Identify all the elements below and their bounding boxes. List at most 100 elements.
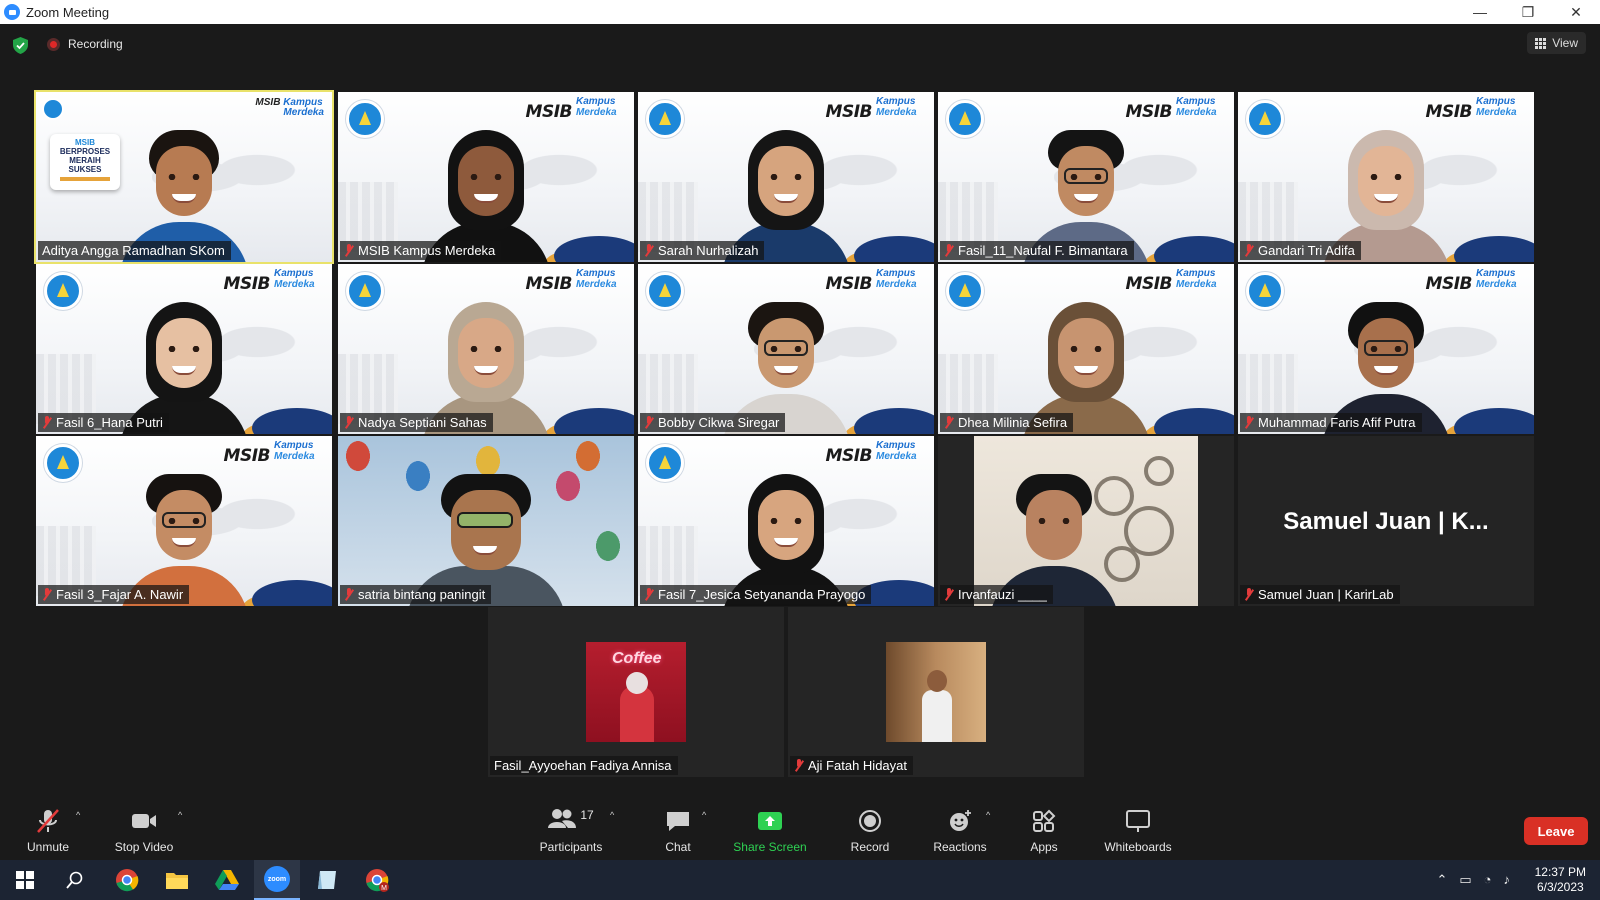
video-tile[interactable]: MSIB Kampus Merdeka Fasil 7_Jesica Setyan… (638, 436, 934, 606)
video-tile[interactable]: MSIB Kampus Merdeka Fasil_11_Naufal F. Bi… (938, 92, 1234, 262)
taskbar-notes-app[interactable] (304, 860, 350, 900)
share-screen-button[interactable]: Share Screen (730, 800, 810, 858)
close-button[interactable]: ✕ (1552, 0, 1600, 24)
video-tile[interactable]: MSIB Kampus Merdeka Fasil 6_Hana Putri (36, 264, 332, 434)
recording-indicator[interactable]: Recording (47, 37, 123, 51)
mic-muted-icon (944, 416, 954, 429)
tray-overflow-chevron-icon[interactable]: ⌃ (1436, 872, 1447, 888)
taskbar-zoom[interactable]: zoom (254, 860, 300, 900)
record-button[interactable]: Record (846, 800, 894, 858)
folder-icon (166, 873, 188, 889)
mic-muted-icon (344, 588, 354, 601)
video-tile[interactable]: Samuel Juan | K... Samuel Juan | KarirLa… (1238, 436, 1534, 606)
record-dot-icon (47, 37, 60, 51)
video-tile[interactable]: MSIB Kampus Merdeka Muhammad Faris Afif P… (1238, 264, 1534, 434)
windows-start-button[interactable] (2, 860, 48, 900)
tutwuri-logo (946, 272, 984, 310)
video-tile[interactable]: MSIB Kampus Merdeka Sarah Nurhalizah (638, 92, 934, 262)
mic-muted-icon (1244, 244, 1254, 257)
participants-options-chevron-icon[interactable]: ^ (610, 810, 614, 820)
wifi-icon[interactable]: ◔ (1484, 872, 1492, 888)
video-tile[interactable]: satria bintang paningit (338, 436, 634, 606)
minimize-button[interactable]: — (1456, 0, 1504, 24)
chat-label: Chat (665, 840, 691, 854)
participant-name-tag: Muhammad Faris Afif Putra (1240, 413, 1422, 432)
zoom-app-icon: zoom (264, 866, 290, 892)
chat-bubble-icon (667, 812, 689, 831)
tutwuri-logo (44, 444, 82, 482)
participant-display-name: Samuel Juan | K... (1283, 508, 1489, 535)
stop-video-button[interactable]: Stop Video (108, 800, 180, 858)
participant-video (1311, 284, 1461, 434)
participant-video (109, 456, 259, 606)
tutwuri-logo (946, 100, 984, 138)
mic-muted-icon (344, 244, 354, 257)
kampus-merdeka-logo: Kampus Merdeka (1476, 268, 1517, 290)
apps-button[interactable]: Apps (1026, 800, 1062, 858)
window-title: Zoom Meeting (26, 4, 110, 20)
participant-video (711, 112, 861, 262)
participants-label: Participants (539, 840, 603, 854)
video-tile[interactable]: MSIB Kampus Merdeka MSIB Kampus Merdeka (338, 92, 634, 262)
participant-video (711, 456, 861, 606)
video-tile[interactable]: MSIB Kampus Merdeka Fasil 3_Fajar A. Nawi… (36, 436, 332, 606)
video-tile[interactable]: Aji Fatah Hidayat (788, 607, 1084, 777)
taskbar-file-explorer[interactable] (154, 860, 200, 900)
reactions-smiley-icon (950, 810, 971, 831)
share-screen-icon (758, 812, 782, 830)
mic-muted-icon (42, 588, 52, 601)
mic-muted-icon (644, 416, 654, 429)
record-label: Record (850, 840, 890, 854)
taskbar-clock[interactable]: 12:37 PM 6/3/2023 (1535, 865, 1586, 895)
mic-muted-icon (42, 416, 52, 429)
taskbar-google-drive[interactable] (204, 860, 250, 900)
mic-muted-icon (644, 588, 654, 601)
kampus-merdeka-logo: Kampus Merdeka (876, 96, 917, 118)
video-tile[interactable]: MSIB Kampus Merdeka Nadya Septiani Sahas (338, 264, 634, 434)
audio-options-chevron-icon[interactable]: ^ (76, 810, 80, 820)
view-button[interactable]: View (1527, 32, 1586, 54)
kampus-merdeka-logo: MSIB Kampus Merdeka (255, 97, 324, 118)
reactions-button[interactable]: Reactions (930, 800, 990, 858)
chrome-profile-icon: M (366, 869, 389, 892)
unmute-button[interactable]: Unmute (22, 800, 74, 858)
participant-name-tag: Aditya Angga Ramadhan SKom (38, 241, 231, 260)
video-tile[interactable]: MSIB Kampus Merdeka Gandari Tri Adifa (1238, 92, 1534, 262)
participant-video (411, 112, 561, 262)
restore-button[interactable]: ❐ (1504, 0, 1552, 24)
participant-name-tag: Dhea Milinia Sefira (940, 413, 1074, 432)
participants-button[interactable]: 17 Participants (526, 800, 616, 858)
taskbar-chrome[interactable] (104, 860, 150, 900)
tutwuri-logo (1246, 100, 1284, 138)
search-icon (66, 871, 83, 889)
leave-button[interactable]: Leave (1524, 817, 1588, 845)
participant-name-tag: Fasil_11_Naufal F. Bimantara (940, 241, 1134, 260)
participant-video (411, 284, 561, 434)
kampus-merdeka-logo: Kampus Merdeka (1176, 268, 1217, 290)
mic-muted-icon (1244, 588, 1254, 601)
video-tile[interactable]: Coffee Fasil_Ayyoehan Fadiya Annisa (488, 607, 784, 777)
mic-muted-icon (37, 809, 59, 833)
whiteboards-button[interactable]: Whiteboards (1098, 800, 1178, 858)
chat-options-chevron-icon[interactable]: ^ (702, 810, 706, 820)
reactions-options-chevron-icon[interactable]: ^ (986, 810, 990, 820)
clock-date: 6/3/2023 (1536, 880, 1584, 894)
chat-button[interactable]: Chat (656, 800, 700, 858)
tutwuri-logo (42, 98, 64, 120)
participant-name-tag: Bobby Cikwa Siregar (640, 413, 786, 432)
system-tray: ⌃ ▭ ◔ ♪ (1436, 872, 1510, 888)
video-options-chevron-icon[interactable]: ^ (178, 810, 182, 820)
participant-name-tag: Fasil 6_Hana Putri (38, 413, 169, 432)
taskbar-search-button[interactable] (52, 860, 98, 900)
stop-video-label: Stop Video (114, 840, 174, 854)
video-tile[interactable]: MSIB Kampus Merdeka MSIB BERPROSES MERAIH… (34, 90, 334, 264)
security-shield-icon[interactable] (13, 37, 28, 54)
volume-icon[interactable]: ♪ (1504, 872, 1511, 888)
mic-muted-icon (1244, 416, 1254, 429)
video-tile[interactable]: MSIB Kampus Merdeka Bobby Cikwa Siregar (638, 264, 934, 434)
video-tile[interactable]: MSIB Kampus Merdeka Dhea Milinia Sefira (938, 264, 1234, 434)
mic-muted-icon (644, 244, 654, 257)
taskbar-chrome-profile[interactable]: M (354, 860, 400, 900)
battery-icon[interactable]: ▭ (1459, 872, 1471, 888)
video-tile[interactable]: Irvanfauzi ____ (938, 436, 1234, 606)
